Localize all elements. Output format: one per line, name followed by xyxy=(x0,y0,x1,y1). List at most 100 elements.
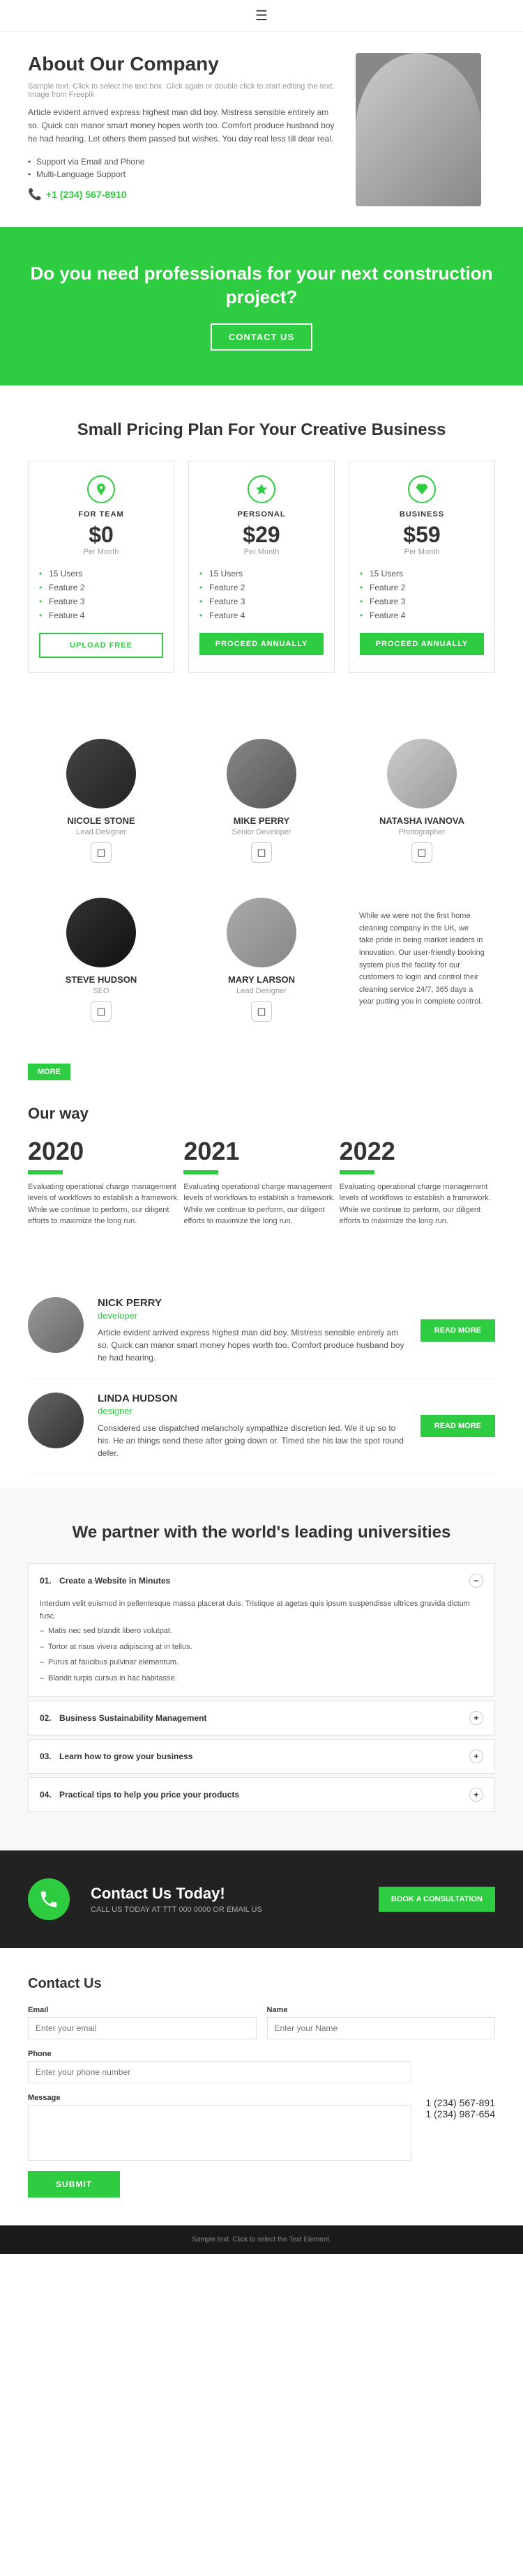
contact-banner-text: Contact Us Today! CALL US TODAY AT TTT 0… xyxy=(91,1885,358,1914)
plan-period-business: Per Month xyxy=(360,548,484,556)
more-button[interactable]: MORE xyxy=(28,1064,70,1080)
accordion-content-1: Interdum velit euismod in pellentesque m… xyxy=(29,1597,494,1696)
about-text-area: About Our Company Sample text. Click to … xyxy=(28,53,342,201)
linda-info: LINDA HUDSON designer Considered use dis… xyxy=(98,1393,407,1459)
feature-personal-3: Feature 3 xyxy=(199,595,324,608)
contact-banner-section: Contact Us Today! CALL US TODAY AT TTT 0… xyxy=(0,1850,523,1948)
contact-form-section: Contact Us Email Name Phone Message 1 (2… xyxy=(0,1948,523,2225)
email-form-group: Email xyxy=(28,2006,257,2039)
year-2021-label: 2021 xyxy=(183,1137,339,1166)
plan-name-team: FOR TEAM xyxy=(39,510,163,519)
instagram-icon-mary[interactable] xyxy=(251,1001,272,1022)
plan-button-business[interactable]: PROCEED ANNUALLY xyxy=(360,633,484,655)
years-row: 2020 Evaluating operational charge manag… xyxy=(28,1137,495,1227)
pricing-card-team: FOR TEAM $0 Per Month 15 Users Feature 2… xyxy=(28,461,174,673)
phone-number-1: 1 (234) 567-891 xyxy=(425,2097,495,2108)
about-phone[interactable]: +1 (234) 567-8910 xyxy=(46,189,127,200)
role-mike: Senior Developer xyxy=(199,828,324,836)
acc-intro-1: Interdum velit euismod in pellentesque m… xyxy=(40,1597,483,1623)
accordion-header-4[interactable]: 04. Practical tips to help you price you… xyxy=(29,1778,494,1811)
email-input[interactable] xyxy=(28,2017,257,2039)
accordion: 01. Create a Website in Minutes − Interd… xyxy=(28,1563,495,1812)
name-input[interactable] xyxy=(267,2017,496,2039)
accordion-header-2[interactable]: 02. Business Sustainability Management + xyxy=(29,1701,494,1735)
contact-banner-icon xyxy=(28,1878,70,1920)
instagram-icon-mike[interactable] xyxy=(251,842,272,863)
green-banner-heading: Do you need professionals for your next … xyxy=(28,262,495,309)
team-card-mike: MIKE PERRY Senior Developer xyxy=(188,728,335,873)
linda-title: designer xyxy=(98,1406,407,1416)
diamond-icon xyxy=(415,482,429,496)
instagram-icon-steve[interactable] xyxy=(91,1001,112,1022)
year-2020-bar xyxy=(28,1170,63,1174)
our-way-section: Our way 2020 Evaluating operational char… xyxy=(0,1091,523,1269)
contact-phone-numbers: 1 (234) 567-891 1 (234) 987-654 xyxy=(425,2050,495,2161)
nick-read-more-button[interactable]: READ MORE xyxy=(420,1319,495,1342)
year-2020-text: Evaluating operational charge management… xyxy=(28,1181,183,1227)
message-textarea[interactable] xyxy=(28,2105,411,2161)
acc-list-item-1-4: Blandit turpis cursus in hac habitasse. xyxy=(40,1671,483,1687)
support-item-2: Multi-Language Support xyxy=(28,169,342,179)
plan-icon-business xyxy=(408,475,436,503)
feature-team-3: Feature 3 xyxy=(39,595,163,608)
phone-icon: 📞 xyxy=(28,187,42,201)
year-2022-bar xyxy=(340,1170,374,1174)
year-2020: 2020 Evaluating operational charge manag… xyxy=(28,1137,183,1227)
instagram-icon-nicole[interactable] xyxy=(91,842,112,863)
more-section: MORE xyxy=(0,1053,523,1091)
plan-price-business: $59 xyxy=(360,522,484,548)
feature-business-4: Feature 4 xyxy=(360,608,484,622)
book-consultation-button[interactable]: BOOK A CONSULTATION xyxy=(379,1887,495,1912)
contact-form-grid: Email Name xyxy=(28,2006,495,2039)
plan-button-personal[interactable]: PROCEED ANNUALLY xyxy=(199,633,324,655)
name-nicole: NICOLE STONE xyxy=(38,815,164,826)
name-natasha: NATASHA IVANOVA xyxy=(359,815,485,826)
about-portrait xyxy=(356,53,481,206)
year-2020-label: 2020 xyxy=(28,1137,183,1166)
accordion-header-3[interactable]: 03. Learn how to grow your business + xyxy=(29,1740,494,1773)
accordion-item-4: 04. Practical tips to help you price you… xyxy=(28,1777,495,1812)
star-icon xyxy=(255,482,268,496)
avatar-nicole xyxy=(66,739,136,808)
feature-personal-2: Feature 2 xyxy=(199,581,324,595)
linda-read-more-button[interactable]: READ MORE xyxy=(420,1415,495,1437)
pricing-section: Small Pricing Plan For Your Creative Bus… xyxy=(0,385,523,707)
phone-input[interactable] xyxy=(28,2061,411,2083)
location-icon xyxy=(94,482,108,496)
accordion-item-1: 01. Create a Website in Minutes − Interd… xyxy=(28,1563,495,1697)
accordion-title-4: 04. Practical tips to help you price you… xyxy=(40,1790,239,1800)
submit-button[interactable]: SUBMIT xyxy=(28,2171,120,2198)
feature-team-1: 15 Users xyxy=(39,567,163,581)
accordion-toggle-1: − xyxy=(469,1574,483,1588)
hamburger-icon[interactable]: ☰ xyxy=(255,8,268,24)
instagram-icon-natasha[interactable] xyxy=(411,842,432,863)
phone-banner-icon xyxy=(38,1889,59,1910)
role-steve: SEO xyxy=(38,987,164,995)
feature-personal-4: Feature 4 xyxy=(199,608,324,622)
accordion-header-1[interactable]: 01. Create a Website in Minutes − xyxy=(29,1564,494,1597)
year-2022-text: Evaluating operational charge management… xyxy=(340,1181,495,1227)
phone-form-group: Phone xyxy=(28,2050,411,2083)
year-2021-text: Evaluating operational charge management… xyxy=(183,1181,339,1227)
contact-us-button[interactable]: CONTACT US xyxy=(211,323,312,351)
acc-list-1: Matis nec sed blandit libero volutpat. T… xyxy=(40,1623,483,1687)
portrait-image xyxy=(356,53,481,206)
phone-phones-row: Phone Message 1 (234) 567-891 1 (234) 98… xyxy=(28,2050,495,2161)
feature-business-1: 15 Users xyxy=(360,567,484,581)
phone-link[interactable]: 📞 +1 (234) 567-8910 xyxy=(28,187,342,201)
nick-name: NICK PERRY xyxy=(98,1297,407,1309)
feature-business-2: Feature 2 xyxy=(360,581,484,595)
accordion-title-3: 03. Learn how to grow your business xyxy=(40,1751,192,1761)
team-member-linda: LINDA HUDSON designer Considered use dis… xyxy=(28,1379,495,1474)
email-label: Email xyxy=(28,2006,257,2014)
about-title: About Our Company xyxy=(28,53,342,75)
team-members-extended: NICK PERRY developer Article evident arr… xyxy=(0,1269,523,1488)
name-mike: MIKE PERRY xyxy=(199,815,324,826)
about-sample-text: Sample text. Click to select the text bo… xyxy=(28,82,342,99)
plan-price-personal: $29 xyxy=(199,522,324,548)
plan-button-team[interactable]: UPLOAD FREE xyxy=(39,633,163,658)
name-form-group: Name xyxy=(267,2006,496,2039)
accordion-toggle-4: + xyxy=(469,1788,483,1802)
pricing-card-personal: PERSONAL $29 Per Month 15 Users Feature … xyxy=(188,461,335,673)
role-nicole: Lead Designer xyxy=(38,828,164,836)
